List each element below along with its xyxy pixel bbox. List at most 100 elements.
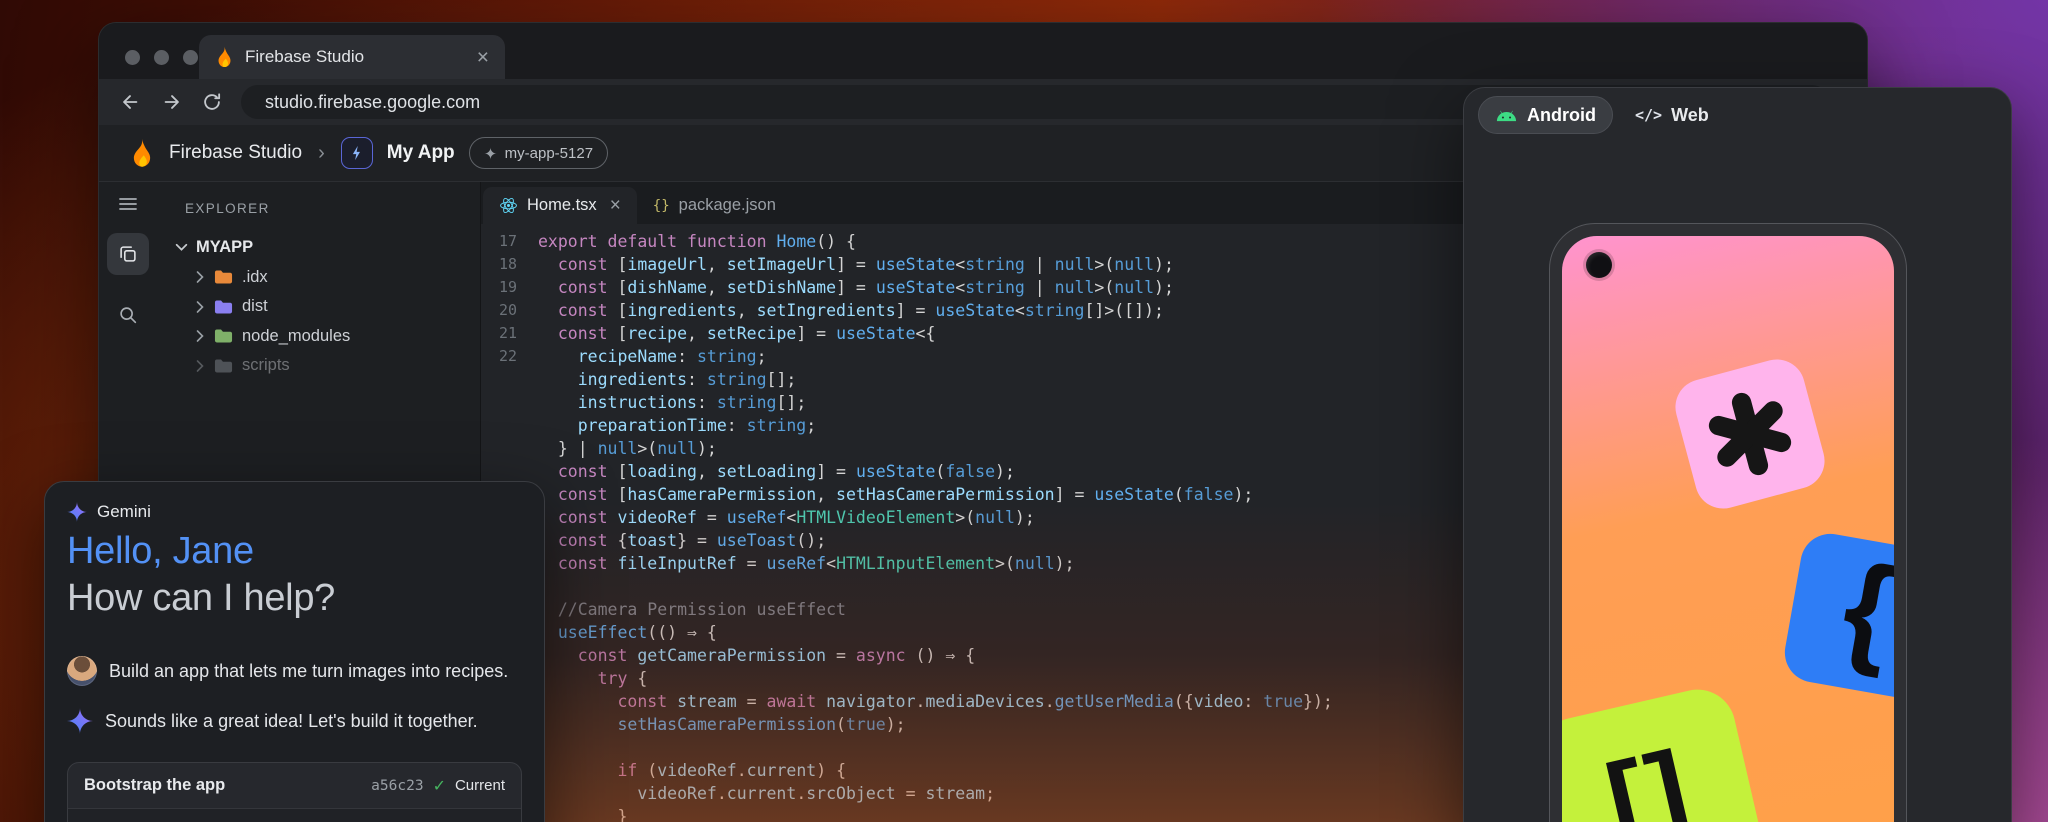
explorer-button[interactable] — [107, 233, 149, 275]
asterisk-sticker — [1669, 353, 1831, 515]
gemini-icon — [67, 502, 87, 522]
tree-item--idx[interactable]: .idx — [157, 263, 480, 293]
reload-button[interactable] — [195, 85, 229, 119]
tab-close-icon[interactable]: × — [610, 196, 621, 215]
editor-tab-home[interactable]: Home.tsx × — [483, 187, 637, 224]
code-text: } — [538, 805, 627, 822]
code-text: useEffect(() ⇒ { — [538, 621, 717, 644]
project-id: my-app-5127 — [505, 145, 593, 162]
project-id-badge[interactable]: my-app-5127 — [469, 137, 608, 169]
code-text: preparationTime: string; — [538, 414, 816, 437]
tree-item-node-modules[interactable]: node_modules — [157, 322, 480, 352]
window-zoom-button[interactable] — [183, 50, 198, 65]
tree-item-scripts[interactable]: scripts — [157, 351, 480, 381]
changed-file-row[interactable]: src/pages/Home.tsx +122 — [68, 808, 521, 822]
tab-close-icon[interactable]: × — [477, 47, 489, 68]
marketing-backdrop: Firebase Studio × studio.firebase.google… — [0, 0, 2048, 822]
line-number: 21 — [481, 322, 521, 345]
prototype-app-icon — [341, 137, 373, 169]
code-text: const [dishName, setDishName] = useState… — [538, 276, 1174, 299]
code-text: const [recipe, setRecipe] = useState<{ — [538, 322, 935, 345]
code-text: const getCameraPermission = async () ⇒ { — [538, 644, 975, 667]
code-text: ingredients: string[]; — [538, 368, 796, 391]
android-device-frame: { [] — [1549, 223, 1907, 822]
code-text: try { — [538, 667, 647, 690]
chevron-down-icon — [175, 243, 188, 252]
app-name: My App — [387, 142, 455, 164]
tree-item-label: dist — [242, 297, 268, 316]
status-badge: Current — [455, 777, 505, 794]
firebase-logo-icon — [129, 138, 155, 168]
greeting-hello: Hello, Jane — [67, 528, 335, 575]
code-text: const [imageUrl, setImageUrl] = useState… — [538, 253, 1174, 276]
code-text: } | null>(null); — [538, 437, 717, 460]
bootstrap-step-card[interactable]: Bootstrap the app a56c23 ✓ Current src/p… — [67, 762, 522, 822]
preview-tab-android[interactable]: Android — [1478, 96, 1613, 134]
code-text: const stream = await navigator.mediaDevi… — [538, 690, 1333, 713]
camera-punch-hole — [1586, 252, 1612, 278]
gemini-title: Gemini — [97, 502, 151, 522]
user-avatar — [67, 656, 97, 686]
folder-icon — [214, 299, 233, 315]
editor-tab-label: package.json — [679, 196, 776, 215]
browser-tab-title: Firebase Studio — [245, 47, 364, 67]
gemini-message: Sounds like a great idea! Let's build it… — [105, 711, 478, 732]
product-name: Firebase Studio — [169, 142, 302, 164]
explorer-title: EXPLORER — [185, 201, 270, 216]
code-text: if (videoRef.current) { — [538, 759, 846, 782]
forward-button[interactable] — [155, 85, 189, 119]
line-number — [481, 437, 521, 460]
back-button[interactable] — [113, 85, 147, 119]
device-screen: { [] — [1562, 236, 1894, 822]
tree-item-label: MYAPP — [196, 238, 253, 257]
preview-panel: Android </> Web { [] — [1463, 87, 2012, 822]
chevron-right-icon — [195, 270, 205, 284]
folder-icon — [214, 358, 233, 374]
chevron-right-icon — [195, 359, 205, 373]
window-close-button[interactable] — [125, 50, 140, 65]
react-icon — [499, 196, 518, 215]
spark-icon — [484, 147, 497, 160]
code-text: const fileInputRef = useRef<HTMLInputEle… — [538, 552, 1075, 575]
line-number — [481, 368, 521, 391]
editor-tab-label: Home.tsx — [527, 196, 597, 215]
tree-item-label: node_modules — [242, 327, 350, 346]
editor-tab-package[interactable]: {} package.json — [637, 187, 792, 224]
firebase-favicon-icon — [215, 46, 234, 68]
step-header-row[interactable]: Bootstrap the app a56c23 ✓ Current — [68, 763, 521, 808]
preview-tab-label: Android — [1527, 105, 1596, 126]
line-number — [481, 391, 521, 414]
window-controls — [125, 50, 198, 65]
folder-icon — [214, 269, 233, 285]
tree-item-label: .idx — [242, 268, 268, 287]
menu-button[interactable] — [107, 183, 149, 225]
code-text: const [ingredients, setIngredients] = us… — [538, 299, 1164, 322]
json-icon: {} — [653, 198, 670, 214]
file-tree-children: .idx dist node_modulesscripts — [157, 263, 480, 381]
code-text: recipeName: string; — [538, 345, 767, 368]
browser-tab[interactable]: Firebase Studio × — [199, 35, 505, 79]
step-meta: a56c23 ✓ Current — [371, 776, 505, 796]
gemini-icon — [67, 708, 93, 734]
tree-item-dist[interactable]: dist — [157, 292, 480, 322]
folder-icon — [214, 328, 233, 344]
breadcrumb-separator: › — [318, 142, 325, 165]
android-icon — [1495, 109, 1518, 122]
commit-hash: a56c23 — [371, 778, 423, 794]
code-text: setHasCameraPermission(true); — [538, 713, 906, 736]
brackets-sticker: [] — [1562, 682, 1771, 822]
window-minimize-button[interactable] — [154, 50, 169, 65]
chevron-right-icon — [195, 300, 205, 314]
line-number: 17 — [481, 230, 521, 253]
code-text: videoRef.current.srcObject = stream; — [538, 782, 995, 805]
file-tree: MYAPP .idx dist node_modulesscripts — [157, 233, 480, 381]
search-icon[interactable] — [107, 294, 149, 336]
preview-tab-web[interactable]: </> Web — [1635, 105, 1709, 126]
preview-tab-label: Web — [1671, 105, 1709, 126]
code-text: //Camera Permission useEffect — [538, 598, 846, 621]
gemini-greeting: Hello, Jane How can I help? — [67, 528, 335, 622]
gemini-panel: Gemini Hello, Jane How can I help? Build… — [44, 481, 545, 822]
url-text: studio.firebase.google.com — [265, 92, 480, 113]
tree-item-myapp[interactable]: MYAPP — [157, 233, 480, 263]
check-icon: ✓ — [433, 776, 446, 796]
